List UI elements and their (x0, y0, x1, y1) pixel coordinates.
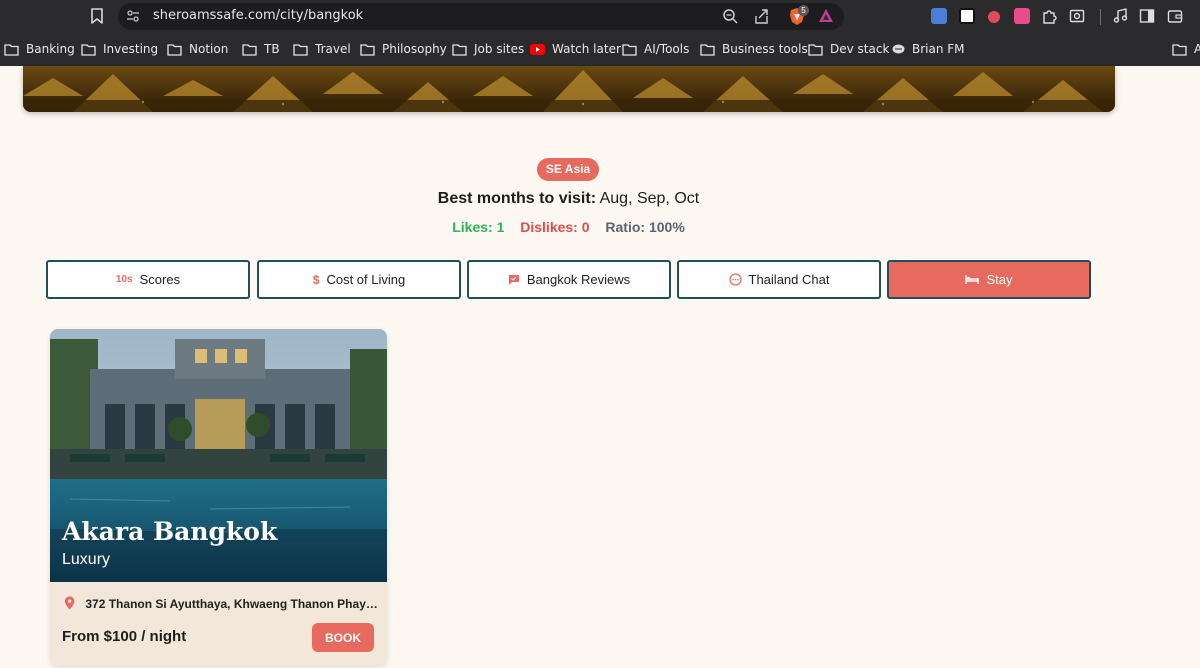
best-months-label: Best months to visit: (437, 190, 597, 207)
address-bar[interactable]: sheroamssafe.com/city/bangkok 5 (118, 3, 844, 30)
folder-icon (808, 43, 823, 56)
bookmark-icon[interactable] (88, 7, 106, 25)
tab-stay[interactable]: Stay (887, 260, 1091, 299)
bookmark-label: Business tools (722, 42, 808, 56)
like-ratio: Ratio: 100% (605, 219, 685, 235)
folder-icon (81, 43, 96, 56)
best-months-value: Aug, Sep, Oct (599, 190, 700, 207)
scores-icon: 10s (115, 274, 133, 285)
notion-extension-icon[interactable] (959, 8, 975, 24)
dollar-icon: $ (312, 272, 320, 287)
toolbar-divider (1100, 9, 1101, 25)
bookmark-dev-stack[interactable]: Dev stack (808, 40, 889, 58)
folder-icon (4, 43, 19, 56)
bookmark-tb[interactable]: TB (242, 40, 280, 58)
extensions-puzzle-icon[interactable] (1041, 8, 1057, 24)
hotel-card[interactable]: Akara Bangkok Luxury 372 Thanon Si Ayutt… (50, 329, 387, 665)
hotel-price: From $100 / night (62, 628, 187, 645)
tab-label: Stay (986, 272, 1013, 287)
brave-badge-count: 5 (798, 5, 809, 16)
music-icon[interactable] (1112, 8, 1128, 24)
wallet-icon[interactable] (1167, 8, 1183, 24)
folder-icon (700, 43, 715, 56)
bookmark-ai-tools[interactable]: AI/Tools (622, 40, 689, 58)
bookmark-label: Travel (315, 42, 351, 56)
location-pin-icon (64, 596, 75, 610)
folder-icon (1172, 43, 1187, 56)
bookmark-travel[interactable]: Travel (293, 40, 351, 58)
bookmark-label: Investing (103, 42, 159, 56)
brave-rewards-icon[interactable] (818, 8, 834, 24)
chat-icon (728, 273, 742, 286)
tab-label: Cost of Living (326, 272, 406, 287)
bookmark-label: Job sites (474, 42, 525, 56)
city-hero-image (23, 66, 1115, 112)
bookmark-investing[interactable]: Investing (81, 40, 158, 58)
instagram-extension-icon[interactable] (1014, 8, 1030, 24)
share-icon[interactable] (753, 8, 770, 25)
translate-extension-icon[interactable] (931, 8, 947, 24)
hotel-category: Luxury (62, 551, 111, 568)
bookmark-label: TB (264, 42, 280, 56)
best-months: Best months to visit: Aug, Sep, Oct (0, 190, 1137, 208)
tab-label: Scores (139, 272, 181, 287)
temple-skyline-illustration (23, 66, 1115, 112)
hotel-name[interactable]: Akara Bangkok (62, 517, 277, 546)
screenshot-extension-icon[interactable] (1069, 8, 1085, 24)
bookmark-philosophy[interactable]: Philosophy (360, 40, 447, 58)
hotel-address: 372 Thanon Si Ayutthaya, Khwaeng Thanon … (64, 596, 378, 611)
vote-stats: Likes: 1 Dislikes: 0 Ratio: 100% (0, 219, 1137, 235)
book-button[interactable]: BOOK (312, 623, 374, 652)
folder-icon (622, 43, 637, 56)
hotel-address-text: 372 Thanon Si Ayutthaya, Khwaeng Thanon … (85, 596, 378, 611)
bed-icon (965, 275, 980, 284)
bookmark-label: Banking (26, 42, 75, 56)
region-badge: SE Asia (537, 158, 599, 181)
bookmark-label: AI/Tools (644, 42, 690, 56)
bookmarks-bar: Banking Investing Notion TB Travel Philo… (0, 36, 1200, 62)
folder-icon (452, 43, 467, 56)
tab-chat[interactable]: Thailand Chat (677, 260, 881, 299)
browser-chrome: sheroamssafe.com/city/bangkok 5 Banking … (0, 0, 1200, 66)
bookmark-label: Philosophy (382, 42, 447, 56)
bookmark-notion[interactable]: Notion (167, 40, 228, 58)
strawberry-extension-icon[interactable] (986, 8, 1002, 24)
browser-toolbar: sheroamssafe.com/city/bangkok 5 (0, 0, 1200, 32)
bookmark-label: Watch later (552, 42, 621, 56)
url-text[interactable]: sheroamssafe.com/city/bangkok (153, 8, 363, 23)
bookmark-label: Brian FM (912, 42, 965, 56)
youtube-icon (530, 43, 545, 55)
likes-count: Likes: 1 (452, 219, 505, 235)
review-icon (508, 274, 519, 285)
sidebar-toggle-icon[interactable] (1139, 8, 1155, 24)
bookmark-watch-later[interactable]: Watch later (530, 40, 621, 58)
bookmark-job-sites[interactable]: Job sites (452, 40, 524, 58)
tab-label: Thailand Chat (748, 272, 830, 287)
tab-scores[interactable]: 10s Scores (46, 260, 250, 299)
bookmark-label: Dev stack (830, 42, 890, 56)
tab-cost-of-living[interactable]: $ Cost of Living (257, 260, 461, 299)
bookmark-label: Notion (189, 42, 229, 56)
folder-icon (167, 43, 182, 56)
dislikes-count: Dislikes: 0 (520, 219, 590, 235)
bookmark-brian-fm[interactable]: Brian FM (892, 40, 965, 58)
bookmark-banking[interactable]: Banking (4, 40, 75, 58)
folder-icon (242, 43, 257, 56)
bookmark-business-tools[interactable]: Business tools (700, 40, 808, 58)
bookmark-label: A (1194, 42, 1200, 56)
folder-icon (293, 43, 308, 56)
zoom-icon[interactable] (722, 8, 739, 25)
tab-reviews[interactable]: Bangkok Reviews (467, 260, 671, 299)
tab-label: Bangkok Reviews (526, 272, 631, 287)
bookmark-overflow[interactable]: A (1172, 40, 1200, 58)
folder-icon (360, 43, 375, 56)
brain-icon (892, 44, 905, 54)
site-settings-icon[interactable] (126, 9, 140, 23)
